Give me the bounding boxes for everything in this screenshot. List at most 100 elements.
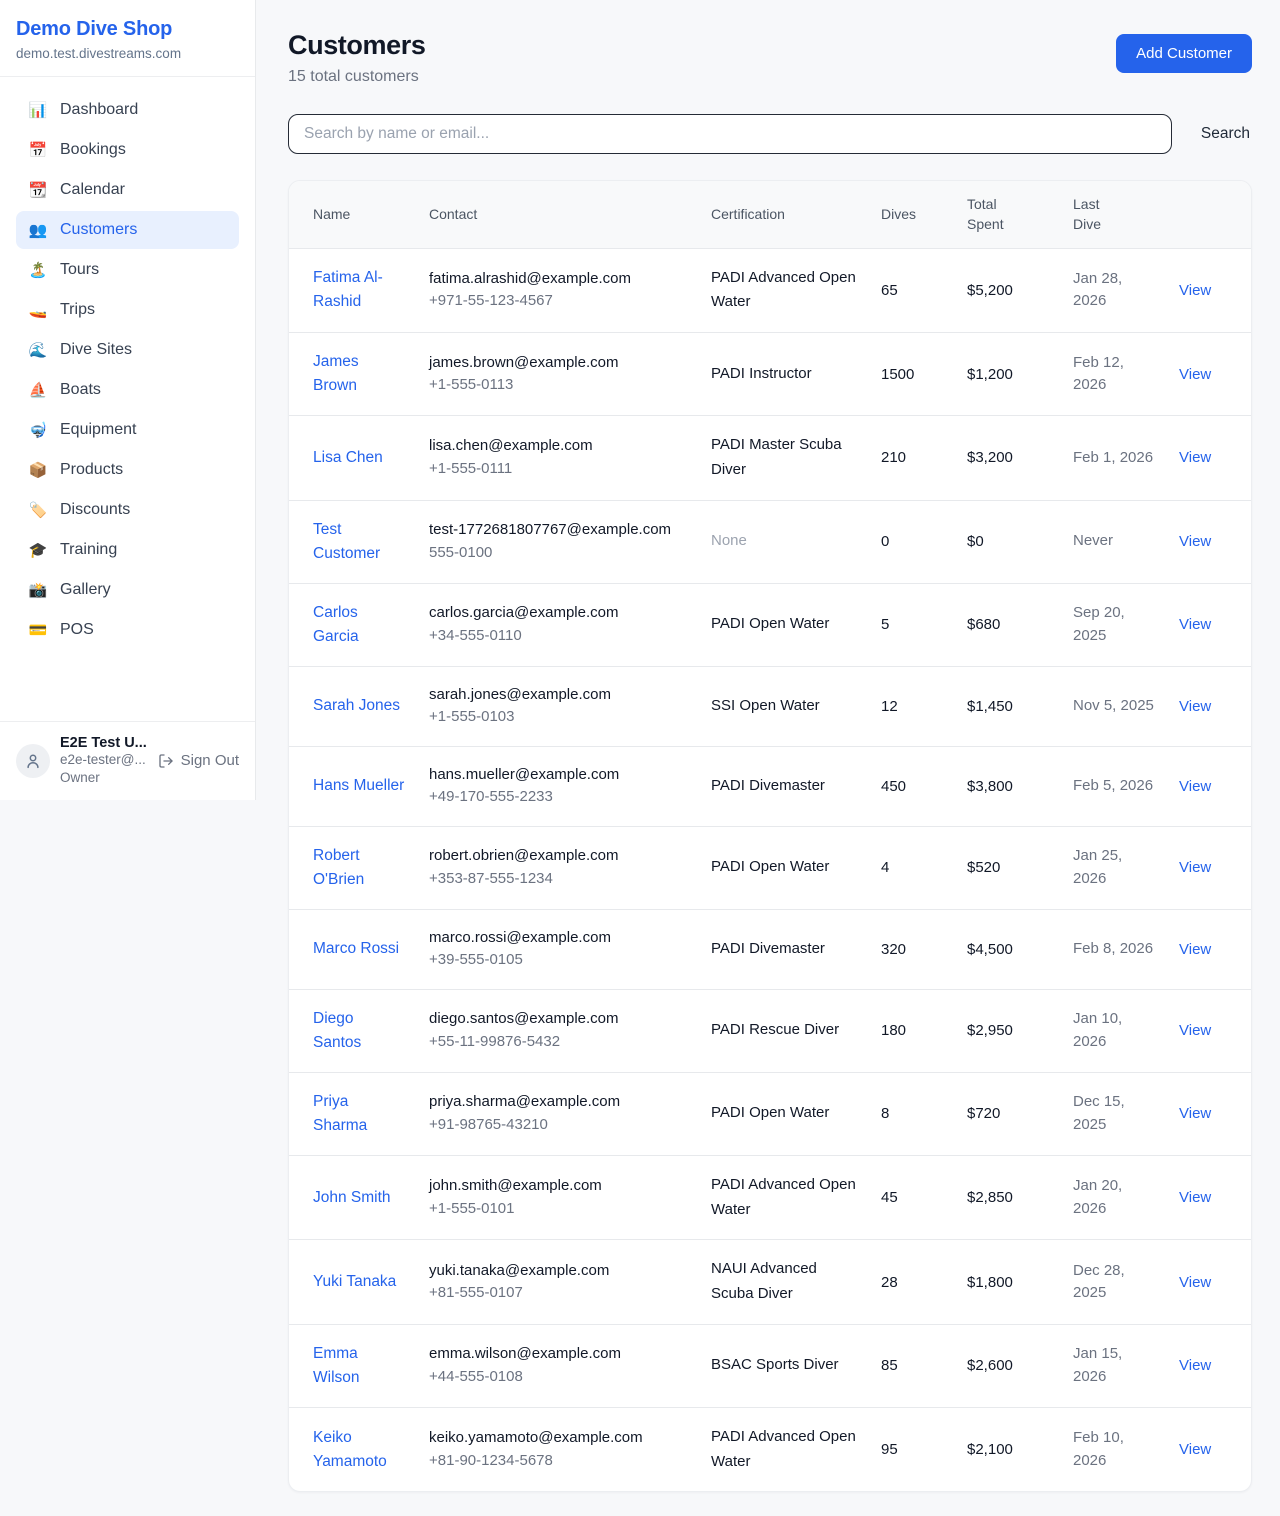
customer-email: carlos.garcia@example.com — [429, 602, 687, 625]
customer-dives: 85 — [881, 1357, 898, 1374]
table-row: Sarah Jones sarah.jones@example.com +1-5… — [289, 666, 1252, 746]
nav-item-icon: 🌊 — [28, 341, 48, 359]
view-customer-link[interactable]: View — [1179, 778, 1211, 795]
sidebar-item[interactable]: 🏝️ Tours — [16, 251, 239, 289]
customer-name-link[interactable]: Carlos Garcia — [313, 604, 359, 645]
customer-email: diego.santos@example.com — [429, 1008, 687, 1031]
customer-total-spent: $3,200 — [967, 449, 1013, 466]
customer-name-link[interactable]: John Smith — [313, 1189, 391, 1206]
sidebar-item[interactable]: 📆 Calendar — [16, 171, 239, 209]
view-customer-link[interactable]: View — [1179, 859, 1211, 876]
view-customer-link[interactable]: View — [1179, 449, 1211, 466]
col-header-last-dive: Last Dive — [1061, 181, 1167, 248]
sidebar-item[interactable]: 📦 Products — [16, 451, 239, 489]
customer-total-spent: $2,850 — [967, 1189, 1013, 1206]
customer-certification: PADI Advanced Open Water — [711, 1173, 857, 1223]
customer-email: lisa.chen@example.com — [429, 435, 687, 458]
view-customer-link[interactable]: View — [1179, 616, 1211, 633]
table-header: Name Contact Certification Dives Total S… — [289, 181, 1252, 248]
sidebar-item[interactable]: 🤿 Equipment — [16, 411, 239, 449]
customer-last-dive: Feb 12, 2026 — [1073, 352, 1155, 397]
customer-name-link[interactable]: Lisa Chen — [313, 449, 383, 466]
view-customer-link[interactable]: View — [1179, 698, 1211, 715]
sidebar-item-label: Tours — [60, 261, 99, 279]
table-row: Carlos Garcia carlos.garcia@example.com … — [289, 583, 1252, 666]
view-customer-link[interactable]: View — [1179, 282, 1211, 299]
shop-name: Demo Dive Shop — [16, 18, 239, 41]
customer-total-spent: $1,800 — [967, 1274, 1013, 1291]
customer-email: yuki.tanaka@example.com — [429, 1260, 687, 1283]
customer-dives: 180 — [881, 1022, 906, 1039]
table-row: John Smith john.smith@example.com +1-555… — [289, 1155, 1252, 1240]
col-header-contact: Contact — [417, 181, 699, 248]
customer-name-link[interactable]: Robert O'Brien — [313, 847, 364, 888]
customer-certification: SSI Open Water — [711, 694, 857, 719]
view-customer-link[interactable]: View — [1179, 1441, 1211, 1458]
view-customer-link[interactable]: View — [1179, 1022, 1211, 1039]
customer-total-spent: $2,600 — [967, 1357, 1013, 1374]
table-row: Robert O'Brien robert.obrien@example.com… — [289, 826, 1252, 909]
search-row: Search — [288, 114, 1252, 154]
customer-total-spent: $2,100 — [967, 1441, 1013, 1458]
view-customer-link[interactable]: View — [1179, 941, 1211, 958]
sidebar-item[interactable]: 🚤 Trips — [16, 291, 239, 329]
view-customer-link[interactable]: View — [1179, 1189, 1211, 1206]
sign-out-label: Sign Out — [181, 752, 239, 769]
sidebar-item-label: Calendar — [60, 181, 125, 199]
view-customer-link[interactable]: View — [1179, 1105, 1211, 1122]
customer-certification: PADI Advanced Open Water — [711, 1425, 857, 1475]
sidebar-item[interactable]: 📅 Bookings — [16, 131, 239, 169]
customer-phone: +1-555-0113 — [429, 374, 687, 397]
customer-certification: PADI Open Water — [711, 855, 857, 880]
customer-certification: NAUI Advanced Scuba Diver — [711, 1257, 857, 1307]
sidebar-item[interactable]: 🎓 Training — [16, 531, 239, 569]
nav-item-icon: 🏷️ — [28, 501, 48, 519]
sidebar-item[interactable]: 💳 POS — [16, 611, 239, 649]
sidebar-item-label: Discounts — [60, 501, 130, 519]
sidebar-item[interactable]: 📸 Gallery — [16, 571, 239, 609]
customer-name-link[interactable]: Sarah Jones — [313, 697, 400, 714]
customer-name-link[interactable]: James Brown — [313, 353, 359, 394]
customer-email: john.smith@example.com — [429, 1175, 687, 1198]
page-title: Customers — [288, 30, 425, 61]
customer-total-spent: $680 — [967, 616, 1000, 633]
sidebar-item-label: POS — [60, 621, 94, 639]
nav-item-icon: 📅 — [28, 141, 48, 159]
nav-item-icon: 📊 — [28, 101, 48, 119]
sign-out-button[interactable]: Sign Out — [158, 752, 239, 769]
customer-name-link[interactable]: Test Customer — [313, 521, 380, 562]
customer-dives: 65 — [881, 282, 898, 299]
col-header-actions — [1167, 181, 1252, 248]
add-customer-button[interactable]: Add Customer — [1116, 34, 1252, 73]
view-customer-link[interactable]: View — [1179, 533, 1211, 550]
nav-item-icon: 💳 — [28, 621, 48, 639]
sidebar-item[interactable]: 📊 Dashboard — [16, 91, 239, 129]
customer-name-link[interactable]: Yuki Tanaka — [313, 1273, 396, 1290]
person-icon — [24, 752, 42, 770]
view-customer-link[interactable]: View — [1179, 366, 1211, 383]
search-input[interactable] — [288, 114, 1172, 154]
nav-item-icon: 🏝️ — [28, 261, 48, 279]
customer-count: 15 total customers — [288, 68, 425, 86]
customer-name-link[interactable]: Fatima Al-Rashid — [313, 269, 383, 310]
customer-dives: 28 — [881, 1274, 898, 1291]
customer-name-link[interactable]: Emma Wilson — [313, 1345, 360, 1386]
customer-certification: PADI Instructor — [711, 362, 857, 387]
sidebar-item[interactable]: 🌊 Dive Sites — [16, 331, 239, 369]
sidebar-item[interactable]: 👥 Customers — [16, 211, 239, 249]
customer-total-spent: $4,500 — [967, 941, 1013, 958]
customer-name-link[interactable]: Priya Sharma — [313, 1093, 367, 1134]
customer-name-link[interactable]: Keiko Yamamoto — [313, 1429, 387, 1470]
customer-last-dive: Feb 1, 2026 — [1073, 447, 1155, 470]
sidebar-item[interactable]: ⛵ Boats — [16, 371, 239, 409]
customer-name-link[interactable]: Marco Rossi — [313, 940, 399, 957]
view-customer-link[interactable]: View — [1179, 1357, 1211, 1374]
search-button[interactable]: Search — [1199, 117, 1252, 151]
customer-dives: 450 — [881, 778, 906, 795]
user-name: E2E Test U... — [60, 735, 148, 751]
customer-total-spent: $520 — [967, 859, 1000, 876]
customer-name-link[interactable]: Diego Santos — [313, 1010, 361, 1051]
sidebar-item[interactable]: 🏷️ Discounts — [16, 491, 239, 529]
customer-name-link[interactable]: Hans Mueller — [313, 777, 404, 794]
view-customer-link[interactable]: View — [1179, 1274, 1211, 1291]
